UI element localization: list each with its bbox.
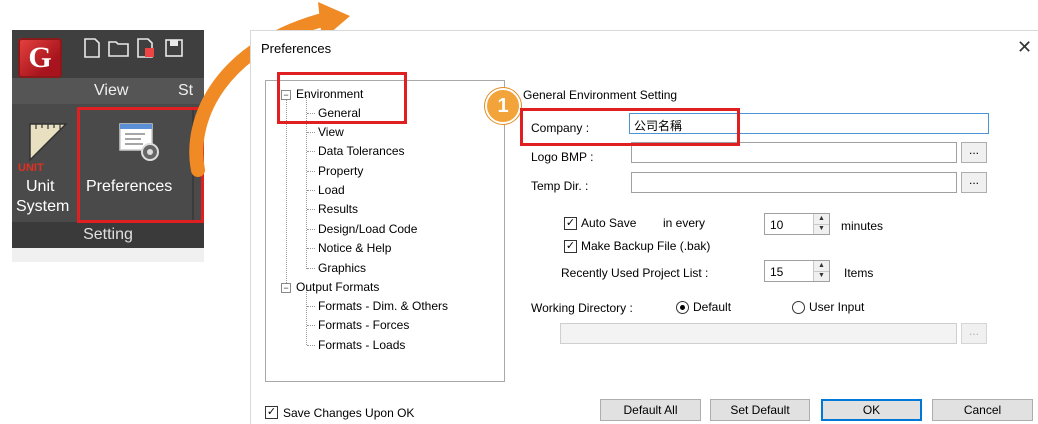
unit-ruler-icon (29, 123, 68, 162)
logo-bmp-browse-button[interactable]: ... (961, 142, 987, 163)
ribbon-group-label: Setting (12, 222, 204, 248)
save-changes-checkbox[interactable]: ✓ (265, 406, 278, 419)
auto-save-unit-label: minutes (841, 219, 884, 233)
working-dir-default-radio[interactable] (676, 301, 689, 314)
working-dir-default-label: Default (693, 300, 732, 314)
step-badge: 1 (485, 88, 521, 124)
recent-list-spinner[interactable]: 15 ▲ ▼ (764, 260, 830, 282)
tree-item-output-formats[interactable]: Output Formats (296, 280, 379, 294)
auto-save-label: Auto Save (581, 216, 637, 230)
temp-dir-browse-button[interactable]: ... (961, 172, 987, 193)
save-changes-label: Save Changes Upon OK (283, 406, 415, 420)
unit-label-line1: Unit (26, 178, 55, 195)
tree-item-formats-loads[interactable]: Formats - Loads (318, 338, 405, 352)
auto-save-minutes-spinner[interactable]: 10 ▲ ▼ (764, 213, 830, 235)
set-default-button[interactable]: Set Default (710, 399, 810, 421)
recent-list-label: Recently Used Project List : (561, 266, 709, 280)
tree-item-property[interactable]: Property (318, 164, 363, 178)
auto-save-value: 10 (770, 218, 784, 232)
temp-dir-input[interactable] (631, 172, 957, 193)
ok-button[interactable]: OK (821, 399, 922, 421)
logo-bmp-label: Logo BMP : (531, 150, 594, 164)
tree-expander-icon[interactable]: − (281, 283, 291, 293)
new-file-icon[interactable] (82, 38, 102, 58)
tree-item-notice-help[interactable]: Notice & Help (318, 241, 391, 255)
auto-save-in-every-label: in every (663, 216, 706, 230)
unit-system-button[interactable]: UNIT Unit System (12, 114, 76, 218)
tree-item-formats-forces[interactable]: Formats - Forces (318, 318, 409, 332)
tree-item-design-load-code[interactable]: Design/Load Code (318, 222, 417, 236)
company-highlight-box (520, 108, 740, 146)
unit-label-line2: System (16, 198, 70, 215)
temp-dir-label: Temp Dir. : (531, 179, 589, 193)
recent-list-unit-label: Items (844, 266, 874, 280)
dialog-title: Preferences (261, 41, 332, 56)
spin-down-icon[interactable]: ▼ (814, 271, 829, 281)
cancel-button[interactable]: Cancel (932, 399, 1033, 421)
tree-item-results[interactable]: Results (318, 202, 358, 216)
general-highlight-box (277, 72, 407, 124)
tree-item-data-tolerances[interactable]: Data Tolerances (318, 144, 405, 158)
unit-icon-label: UNIT (18, 162, 44, 174)
auto-save-checkbox[interactable]: ✓ (564, 217, 577, 230)
recent-list-value: 15 (770, 265, 784, 279)
ribbon-bottom-strip (12, 248, 204, 262)
tree-item-formats-dim[interactable]: Formats - Dim. & Others (318, 299, 448, 313)
preferences-tree[interactable]: − Environment General View Data Toleranc… (265, 80, 505, 382)
working-dir-user-input-label: User Input (809, 300, 865, 314)
app-logo-icon[interactable]: G (18, 38, 62, 78)
spin-down-icon[interactable]: ▼ (814, 224, 829, 234)
backup-label: Make Backup File (.bak) (581, 239, 711, 253)
working-dir-label: Working Directory : (531, 301, 633, 315)
working-dir-browse-button[interactable]: ... (961, 323, 987, 344)
tree-line (306, 285, 307, 345)
default-all-button[interactable]: Default All (600, 399, 701, 421)
open-folder-icon[interactable] (108, 38, 129, 58)
backup-checkbox[interactable]: ✓ (564, 240, 577, 253)
working-dir-path-input[interactable] (560, 323, 957, 344)
close-icon[interactable]: ✕ (1017, 37, 1032, 58)
tree-item-graphics[interactable]: Graphics (318, 261, 366, 275)
tree-item-load[interactable]: Load (318, 183, 345, 197)
tab-view[interactable]: View (94, 82, 128, 100)
section-title: General Environment Setting (523, 88, 678, 102)
working-dir-user-input-radio[interactable] (792, 301, 805, 314)
tree-item-view[interactable]: View (318, 125, 344, 139)
